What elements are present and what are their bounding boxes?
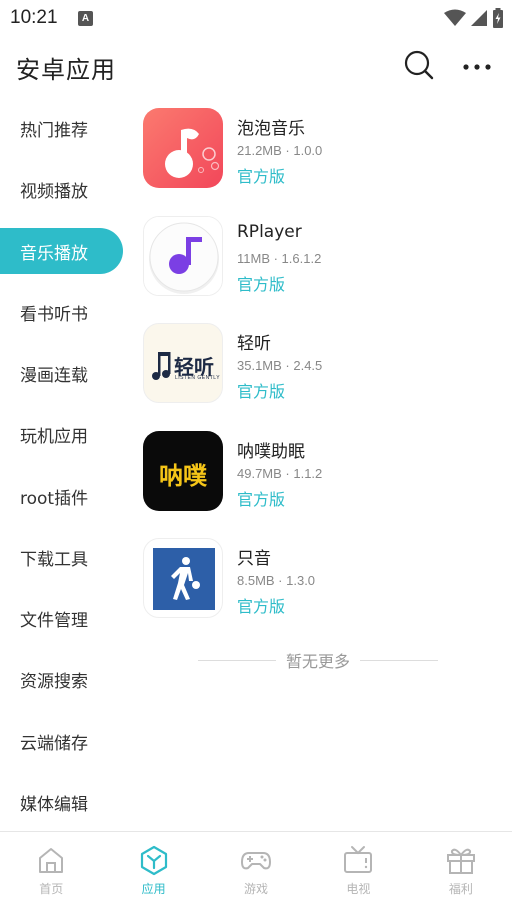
apps-hex-icon bbox=[140, 845, 167, 876]
sidebar-item-search[interactable]: 资源搜索 bbox=[0, 649, 130, 710]
divider-line bbox=[198, 659, 276, 661]
more-dots-icon bbox=[463, 64, 491, 70]
app-list-item[interactable]: 只音 8.5MB · 1.3.0 官方版 bbox=[143, 538, 493, 646]
app-list-item[interactable]: RPlayer 11MB · 1.6.1.2 官方版 bbox=[143, 215, 493, 324]
napu-logo-icon: 呐噗 bbox=[143, 430, 223, 511]
official-badge: 官方版 bbox=[237, 489, 286, 509]
notification-a-icon: A bbox=[78, 11, 93, 26]
nav-gift[interactable]: 福利 bbox=[410, 832, 512, 910]
header: 安卓应用 bbox=[0, 36, 512, 98]
nav-label: 应用 bbox=[141, 882, 166, 896]
app-meta: 35.1MB · 2.4.5 bbox=[237, 358, 323, 373]
rplayer-note-icon bbox=[143, 215, 223, 296]
more-options-button[interactable] bbox=[460, 50, 494, 84]
sidebar-item-comics[interactable]: 漫画连载 bbox=[0, 343, 130, 404]
app-list-item[interactable]: 泡泡音乐 21.2MB · 1.0.0 官方版 bbox=[143, 108, 493, 216]
basketball-player-icon bbox=[143, 538, 223, 618]
bubble-music-icon bbox=[143, 108, 223, 188]
official-badge: 官方版 bbox=[237, 274, 286, 294]
nav-label: 福利 bbox=[448, 882, 473, 896]
search-icon bbox=[404, 50, 434, 80]
wifi-icon bbox=[444, 9, 466, 26]
official-badge: 官方版 bbox=[237, 382, 286, 401]
sidebar-item-music[interactable]: 音乐播放 bbox=[0, 228, 123, 275]
status-time: 10:21 bbox=[10, 7, 58, 28]
app-name: 泡泡音乐 bbox=[237, 119, 305, 139]
app-meta: 21.2MB · 1.0.0 bbox=[237, 143, 323, 158]
signal-icon bbox=[471, 10, 487, 26]
nav-tv[interactable]: 电视 bbox=[307, 832, 409, 910]
sidebar-item-media[interactable]: 媒体编辑 bbox=[0, 772, 130, 833]
app-name: RPlayer bbox=[237, 221, 302, 242]
nav-home[interactable]: 首页 bbox=[0, 832, 102, 910]
status-bar: 10:21 A bbox=[0, 0, 512, 36]
app-list: 泡泡音乐 21.2MB · 1.0.0 官方版 RPlayer 11MB · 1… bbox=[143, 108, 493, 646]
app-list-item[interactable]: 轻听 LISTEN GENTLY 轻听 35.1MB · 2.4.5 官方版 bbox=[143, 323, 493, 431]
category-sidebar: 热门推荐 视频播放 音乐播放 看书听书 漫画连载 玩机应用 root插件 下载工… bbox=[0, 98, 130, 831]
qingting-logo-icon: 轻听 LISTEN GENTLY bbox=[143, 323, 223, 403]
list-end-indicator: 暂无更多 bbox=[198, 648, 439, 672]
battery-icon bbox=[493, 8, 503, 28]
status-indicators bbox=[444, 7, 504, 29]
qingting-logo-subtext: LISTEN GENTLY bbox=[175, 375, 221, 381]
nav-apps[interactable]: 应用 bbox=[102, 832, 204, 910]
app-meta: 8.5MB · 1.3.0 bbox=[237, 573, 316, 588]
sidebar-item-cloud[interactable]: 云端储存 bbox=[0, 710, 130, 771]
sidebar-item-root[interactable]: root插件 bbox=[0, 465, 130, 526]
tv-icon bbox=[344, 846, 373, 873]
app-meta: 11MB · 1.6.1.2 bbox=[237, 250, 322, 266]
home-icon bbox=[39, 848, 64, 873]
official-badge: 官方版 bbox=[237, 597, 286, 616]
search-button[interactable] bbox=[402, 48, 436, 82]
sidebar-item-books[interactable]: 看书听书 bbox=[0, 282, 130, 343]
sidebar-item-download[interactable]: 下载工具 bbox=[0, 527, 130, 588]
page-title: 安卓应用 bbox=[16, 56, 116, 84]
app-name: 呐噗助眠 bbox=[237, 441, 305, 462]
app-name: 只音 bbox=[237, 549, 271, 569]
nav-label: 游戏 bbox=[244, 882, 269, 896]
sidebar-item-tools[interactable]: 玩机应用 bbox=[0, 404, 130, 465]
gift-icon bbox=[446, 848, 475, 874]
napu-logo-text: 呐噗 bbox=[159, 461, 207, 490]
app-list-item[interactable]: 呐噗 呐噗助眠 49.7MB · 1.1.2 官方版 bbox=[143, 430, 493, 539]
gamepad-icon bbox=[241, 852, 272, 870]
nav-label: 首页 bbox=[39, 882, 64, 896]
no-more-text: 暂无更多 bbox=[286, 652, 351, 671]
nav-games[interactable]: 游戏 bbox=[205, 832, 307, 910]
app-name: 轻听 bbox=[237, 334, 271, 354]
sidebar-item-files[interactable]: 文件管理 bbox=[0, 588, 130, 649]
divider-line bbox=[360, 659, 439, 661]
app-meta: 49.7MB · 1.1.2 bbox=[237, 465, 323, 481]
nav-label: 电视 bbox=[346, 882, 371, 896]
bottom-nav: 首页 应用 游戏 电视 福利 bbox=[0, 831, 512, 910]
sidebar-item-hot[interactable]: 热门推荐 bbox=[0, 98, 130, 159]
sidebar-item-video[interactable]: 视频播放 bbox=[0, 159, 130, 220]
official-badge: 官方版 bbox=[237, 167, 286, 186]
